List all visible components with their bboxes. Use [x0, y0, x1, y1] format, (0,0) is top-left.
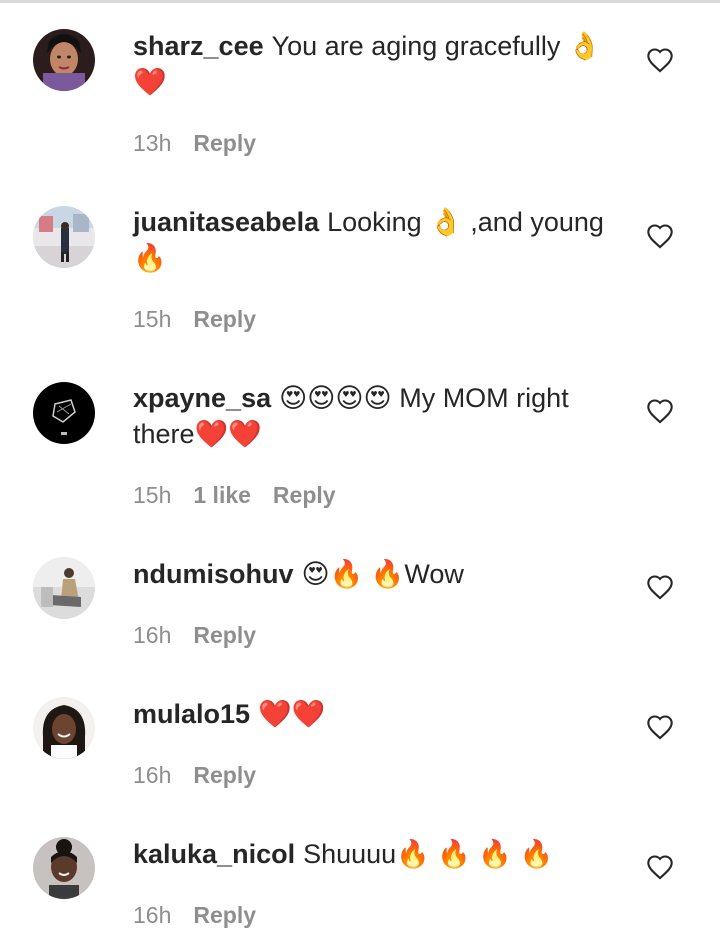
username[interactable]: kaluka_nicol — [133, 839, 295, 869]
like-heart-icon[interactable] — [646, 714, 674, 742]
comment-body: mulalo15 ❤️❤️ — [133, 696, 613, 732]
timestamp: 16h — [133, 762, 172, 788]
like-heart-icon[interactable] — [646, 854, 674, 882]
likes-count[interactable]: 1 like — [193, 482, 251, 508]
reply-button[interactable]: Reply — [193, 130, 256, 156]
reply-button[interactable]: Reply — [193, 762, 256, 788]
top-divider — [0, 0, 720, 3]
like-heart-icon[interactable] — [646, 47, 674, 75]
timestamp: 15h — [133, 482, 172, 508]
comment-meta: 15h Reply — [133, 304, 278, 334]
username[interactable]: ndumisohuv — [133, 559, 294, 589]
username[interactable]: mulalo15 — [133, 699, 250, 729]
avatar[interactable] — [33, 557, 95, 619]
reply-button[interactable]: Reply — [193, 306, 256, 332]
avatar[interactable] — [33, 382, 95, 444]
username[interactable]: juanitaseabela — [133, 207, 319, 237]
username[interactable]: xpayne_sa — [133, 383, 271, 413]
comment-meta: 16h Reply — [133, 620, 278, 650]
reply-button[interactable]: Reply — [193, 622, 256, 648]
avatar[interactable] — [33, 206, 95, 268]
comment-text: Shuuuu🔥 🔥 🔥 🔥 — [303, 839, 554, 869]
comment-text: 😍🔥 🔥Wow — [301, 559, 464, 589]
comment-body: kaluka_nicol Shuuuu🔥 🔥 🔥 🔥 — [133, 836, 613, 872]
timestamp: 13h — [133, 130, 172, 156]
reply-button[interactable]: Reply — [193, 902, 256, 928]
comment-meta: 16h Reply — [133, 900, 278, 930]
like-heart-icon[interactable] — [646, 398, 674, 426]
comment-meta: 13h Reply — [133, 128, 278, 158]
comment-body: xpayne_sa 😍😍😍😍 My MOM right there❤️❤️ — [133, 380, 613, 452]
like-heart-icon[interactable] — [646, 223, 674, 251]
comment-text: ❤️❤️ — [258, 699, 326, 729]
username[interactable]: sharz_cee — [133, 31, 264, 61]
like-heart-icon[interactable] — [646, 574, 674, 602]
comment-body: sharz_cee You are aging gracefully 👌 ❤️ — [133, 28, 613, 100]
timestamp: 16h — [133, 902, 172, 928]
timestamp: 15h — [133, 306, 172, 332]
comment-body: ndumisohuv 😍🔥 🔥Wow — [133, 556, 613, 592]
avatar[interactable] — [33, 837, 95, 899]
reply-button[interactable]: Reply — [273, 482, 336, 508]
comment-meta: 16h Reply — [133, 760, 278, 790]
avatar[interactable] — [33, 29, 95, 91]
timestamp: 16h — [133, 622, 172, 648]
comment-meta: 15h 1 like Reply — [133, 480, 358, 510]
avatar[interactable] — [33, 697, 95, 759]
comment-body: juanitaseabela Looking 👌 ,and young 🔥 — [133, 204, 613, 276]
